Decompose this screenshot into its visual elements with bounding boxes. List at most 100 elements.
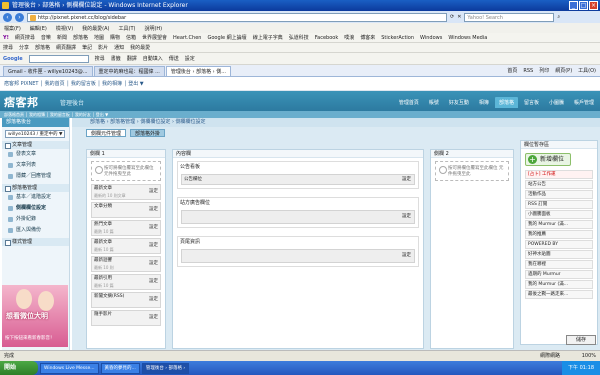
toolbar-item[interactable]: 線上電子字典 [253,34,283,41]
browser-tab-active[interactable]: 管理後台 › 部落格 › 側... [165,66,232,76]
toolbar-item[interactable]: 博客來 [360,34,375,41]
pool-item[interactable]: POWERED BY [525,240,593,249]
toolbar-item[interactable]: 翻譯 [127,55,137,62]
toolbar-item[interactable]: 網頁翻譯 [56,44,76,51]
widget-settings-button[interactable]: 設定 [149,188,158,195]
toolbar-item[interactable]: StickerAction [381,35,414,41]
taskbar-button-active[interactable]: 管理後台 › 部落格 › [141,362,190,374]
widget-settings-button[interactable]: 設定 [149,206,158,213]
widget-item[interactable]: 新聞文摘(RSS) 設定 [91,292,161,308]
add-widget-button[interactable]: 新增欄位 [525,153,571,166]
sidebar-item-settings[interactable]: 基本／進階設定 [2,192,69,203]
back-icon[interactable]: ‹ [3,12,12,22]
toolbar-item[interactable]: 噗浪 [344,34,354,41]
close-button[interactable]: × [589,1,598,10]
widget-settings-button[interactable]: 設定 [402,175,411,185]
pixnet-topbar[interactable]: 痞客邦 PIXNET │ 我的首頁 │ 我的留言板 │ 我的相簿 │ 登出 ▼ [0,77,600,91]
ad-banner[interactable]: 想看微位大明 按下按鈕來看新春影音！ [2,285,68,347]
pool-item[interactable]: 活動作品 [525,190,593,199]
toolbar-item[interactable]: 新聞 [57,34,67,41]
widget-item[interactable]: 文章分類 設定 [91,202,161,218]
nav-item[interactable]: 帳戶管理 [570,97,598,108]
site-subbar[interactable]: 部落格首頁 │ 我的相簿 │ 我的留言板 │ 我的好友 │ 登出 ▼ [0,111,600,118]
widget-item[interactable]: 最新文章 最新 10 篇設定 [91,238,161,254]
widget-item[interactable]: 設定 [181,210,415,224]
toolbar-item[interactable]: 自動填入 [143,55,163,62]
sidebar-section-articles[interactable]: 文章管理 [2,141,69,149]
sidebar-item-plugin-log[interactable]: 外掛紀錄 [2,214,69,225]
save-button[interactable]: 儲存 [566,335,596,345]
home-button[interactable]: 首頁 [507,66,517,76]
widget-settings-button[interactable]: 設定 [402,252,411,258]
pool-item[interactable]: 我的 Murmur (滿... [525,220,593,229]
tab-widgets[interactable]: 側欄元件管理 [86,129,127,137]
widget-settings-button[interactable]: 設定 [149,224,158,231]
search-icon[interactable]: ⌕ [557,14,560,20]
pool-item[interactable]: RSS 訂閱 [525,200,593,209]
toolbar-item[interactable]: Facebook [315,35,339,41]
toolbar-item[interactable]: 網頁搜尋 [15,34,35,41]
toolbar-item[interactable]: 購物 [110,34,120,41]
menu-file[interactable]: 檔案(F) [4,25,21,32]
pool-item[interactable]: 好神水貼圖 [525,250,593,259]
pool-item[interactable]: 我的 Murmur (滿... [525,280,593,289]
taskbar-button[interactable]: 黃昏的夢見的... [100,362,140,374]
pool-item[interactable]: 最後之戰一路走來... [525,290,593,299]
browser-tab[interactable]: Gmail - 收件匣 - willye10243@... [3,66,93,76]
menu-tools[interactable]: 工具(T) [119,25,136,32]
pool-item[interactable]: 小圖騰面板 [525,210,593,219]
browser-tab[interactable]: 重定中的麻也是：程國偉 ... [93,66,165,76]
widget-settings-button[interactable]: 設定 [149,260,158,267]
rss-button[interactable]: RSS [523,66,533,76]
toolbar-item[interactable]: Heart.Chen [173,35,201,41]
toolbar-item[interactable]: 搜尋 [3,44,13,51]
nav-item-active[interactable]: 部落格 [494,97,518,108]
maximize-button[interactable]: □ [579,1,588,10]
sidebar-section-style[interactable]: 樣式管理 [2,238,69,246]
pool-item[interactable]: 站方公告 [525,180,593,189]
address-bar[interactable]: http://pixnet.pixnet.cc/blog/sidebar [27,12,447,22]
widget-item[interactable]: 隨手影片 設定 [91,310,161,326]
toolbar-item[interactable]: 傳送 [169,55,179,62]
widget-item[interactable]: 熱門文章 最熱 10 篇設定 [91,220,161,236]
pool-item[interactable]: [占卜] 工作運 [525,170,593,179]
toolbar-item[interactable]: 音樂 [41,34,51,41]
print-button[interactable]: 列印 [539,66,549,76]
toolbar-item[interactable]: 我的最愛 [130,44,150,51]
pool-item[interactable]: 過期的 Murmur [525,270,593,279]
widget-item[interactable]: 公告欄位 設定 [181,174,415,185]
nav-item[interactable]: 帳號 [425,97,443,108]
nav-item[interactable]: 相簿 [475,97,493,108]
toolbar-item[interactable]: 部落格 [73,34,88,41]
menu-favorites[interactable]: 我的最愛(A) [82,25,109,32]
sidebar-item-comments[interactable]: 隱藏／回應管理 [2,171,69,182]
toolbar-item[interactable]: 信箱 [126,34,136,41]
nav-item[interactable]: 留言板 [520,97,543,108]
toolbar-item[interactable]: Windows [420,35,442,41]
widget-settings-button[interactable]: 設定 [149,242,158,249]
forward-icon[interactable]: › [15,12,24,22]
sidebar-section-blog[interactable]: 部落格管理 [2,184,69,192]
toolbar-item[interactable]: 書籤 [111,55,121,62]
widget-settings-button[interactable]: 設定 [149,278,158,285]
toolbar-item[interactable]: 地圖 [94,34,104,41]
site-logo[interactable]: 痞客邦 [4,94,39,110]
refresh-icon[interactable]: ⟳ [450,14,454,20]
tools-menu[interactable]: 工具(O) [578,66,596,76]
toolbar-item[interactable]: 分享 [19,44,29,51]
toolbar-item[interactable]: 影片 [98,44,108,51]
drop-placeholder[interactable]: 按可將欄位覆寫至此欄位 元件拖曳至此 [435,161,509,181]
pool-item[interactable]: 我在哪裡 [525,260,593,269]
toolbar-item[interactable]: 弘道科技 [289,34,309,41]
toolbar-item[interactable]: 部落格 [35,44,50,51]
toolbar-item[interactable]: 通知 [114,44,124,51]
widget-settings-button[interactable]: 設定 [402,213,411,219]
nav-item[interactable]: 管理首頁 [395,97,423,108]
menu-edit[interactable]: 編輯(E) [30,25,47,32]
start-button[interactable]: 開始 [0,361,38,375]
blog-selector[interactable]: willye10243 / 重定中的 ▼ [5,130,65,138]
widget-settings-button[interactable]: 設定 [149,314,158,321]
tab-plugins[interactable]: 部落格外掛 [130,129,166,137]
widget-item[interactable]: 設定 [181,249,415,263]
nav-item[interactable]: 小圖騰 [545,97,568,108]
